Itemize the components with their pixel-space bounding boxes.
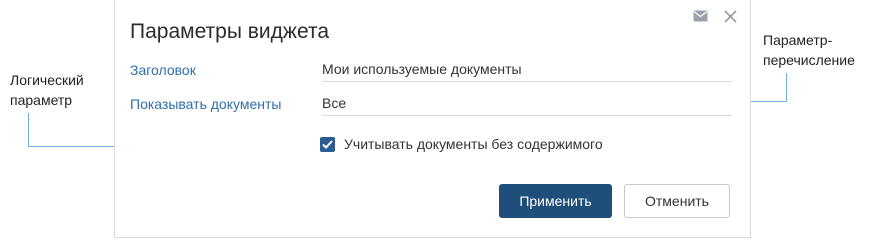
field-label-title: Заголовок [130,62,196,78]
checkbox-include-empty-documents[interactable]: Учитывать документы без содержимого [320,136,603,152]
callout-enum-line2: перечисление [763,52,855,68]
dialog-title: Параметры виджета [130,20,330,43]
field-input-title[interactable]: Мои используемые документы [322,60,732,82]
callout-left-vertical-line [28,113,29,146]
callout-enum-line1: Параметр- [763,32,833,48]
mail-icon[interactable] [692,8,708,24]
field-select-show-documents[interactable]: Все [322,94,732,116]
callout-logical-parameter: Логический параметр [10,70,84,110]
callout-logical-line2: параметр [10,92,73,108]
dialog-top-icons [692,8,738,24]
field-label-show-documents: Показывать документы [130,96,282,112]
checkbox-checked-icon[interactable] [320,136,335,152]
callout-right-vertical-line [786,73,787,101]
widget-settings-dialog: Параметры виджета Заголовок Мои использу… [114,0,751,238]
apply-button[interactable]: Применить [499,184,612,218]
close-icon[interactable] [722,8,738,24]
cancel-button[interactable]: Отменить [624,184,730,218]
callout-logical-line1: Логический [10,72,84,88]
checkbox-label: Учитывать документы без содержимого [344,136,603,152]
callout-enum-parameter: Параметр- перечисление [763,30,855,70]
